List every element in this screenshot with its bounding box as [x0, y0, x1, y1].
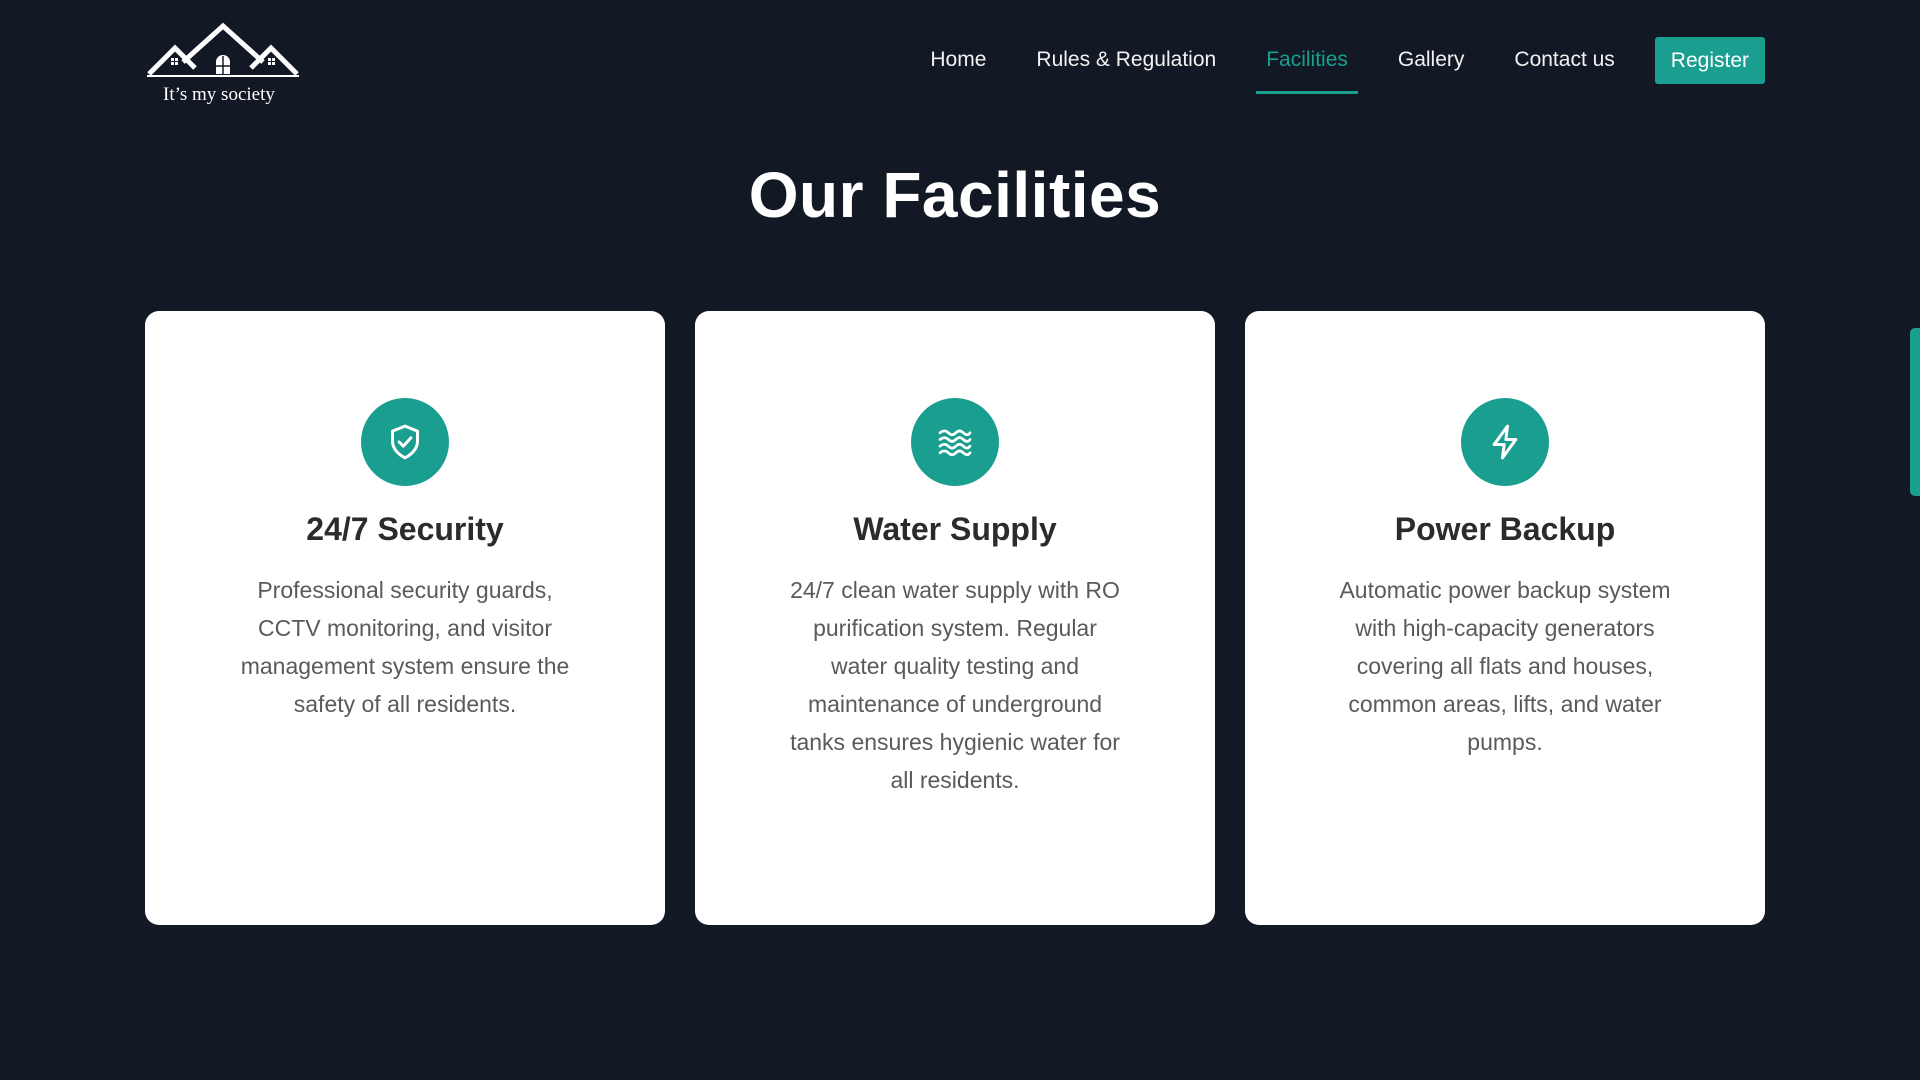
facility-card-power: Power Backup Automatic power backup syst…: [1245, 311, 1765, 925]
page: It’s my society Home Rules & Regulation …: [0, 0, 1920, 1080]
site-header: It’s my society Home Rules & Regulation …: [145, 18, 1765, 114]
logo-tagline: It’s my society: [163, 84, 275, 105]
facility-title: Water Supply: [853, 511, 1057, 547]
facility-card-security: 24/7 Security Professional security guar…: [145, 311, 665, 925]
houses-logo-icon: [147, 22, 299, 77]
nav-home[interactable]: Home: [930, 36, 986, 84]
register-button[interactable]: Register: [1654, 36, 1765, 84]
facility-title: 24/7 Security: [306, 511, 504, 547]
facility-card-water: Water Supply 24/7 clean water supply wit…: [695, 311, 1215, 925]
facility-description: Professional security guards, CCTV monit…: [240, 577, 570, 717]
facilities-cards: 24/7 Security Professional security guar…: [145, 311, 1765, 925]
facility-title: Power Backup: [1394, 511, 1616, 547]
scroll-indicator[interactable]: [1910, 328, 1920, 496]
main-nav: Home Rules & Regulation Facilities Galle…: [880, 36, 1765, 94]
facility-description: Automatic power backup system with high-…: [1339, 577, 1671, 755]
nav-gallery[interactable]: Gallery: [1398, 36, 1465, 84]
facility-description: 24/7 clean water supply with RO purifica…: [790, 577, 1120, 793]
nav-contact-us[interactable]: Contact us: [1514, 36, 1614, 84]
logo[interactable]: It’s my society: [145, 22, 305, 110]
nav-facilities[interactable]: Facilities: [1256, 36, 1358, 94]
page-title: Our Facilities: [748, 159, 1162, 231]
nav-rules-regulation[interactable]: Rules & Regulation: [1036, 36, 1216, 84]
water-waves-icon: [911, 398, 999, 486]
shield-check-icon: [361, 398, 449, 486]
lightning-bolt-icon: [1461, 398, 1549, 486]
